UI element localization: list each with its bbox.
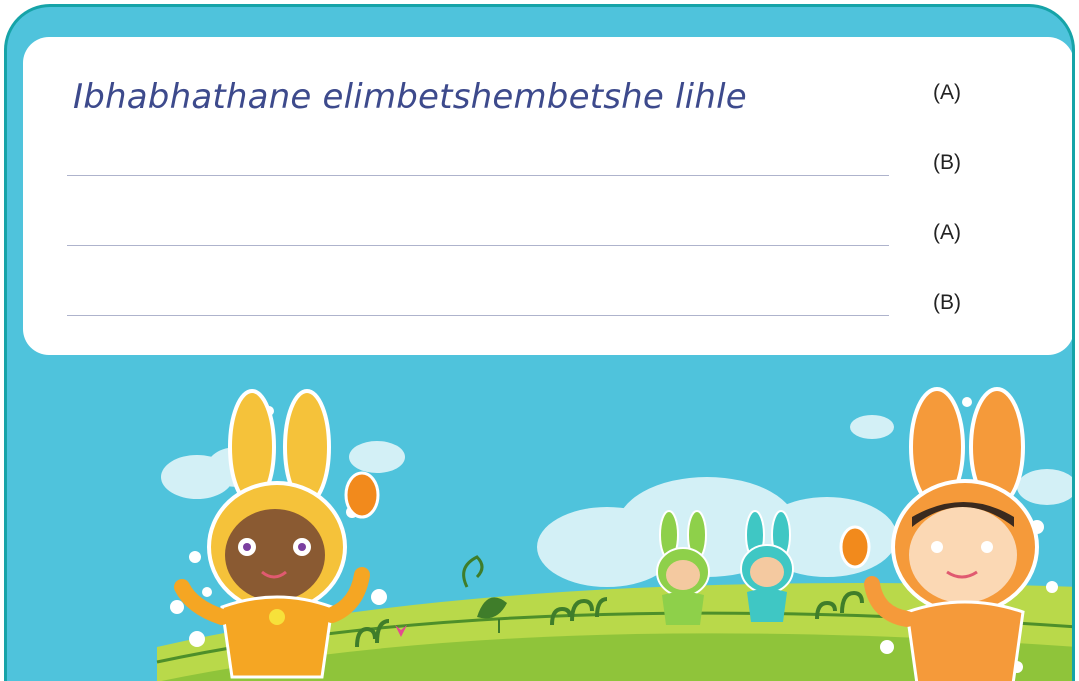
easter-egg-icon: [344, 471, 380, 519]
card-frame: Ibhabhathane elimbetshembetshe lihle (A)…: [4, 4, 1075, 681]
easter-illustration: [156, 387, 1072, 681]
easter-egg-icon: [839, 525, 871, 569]
